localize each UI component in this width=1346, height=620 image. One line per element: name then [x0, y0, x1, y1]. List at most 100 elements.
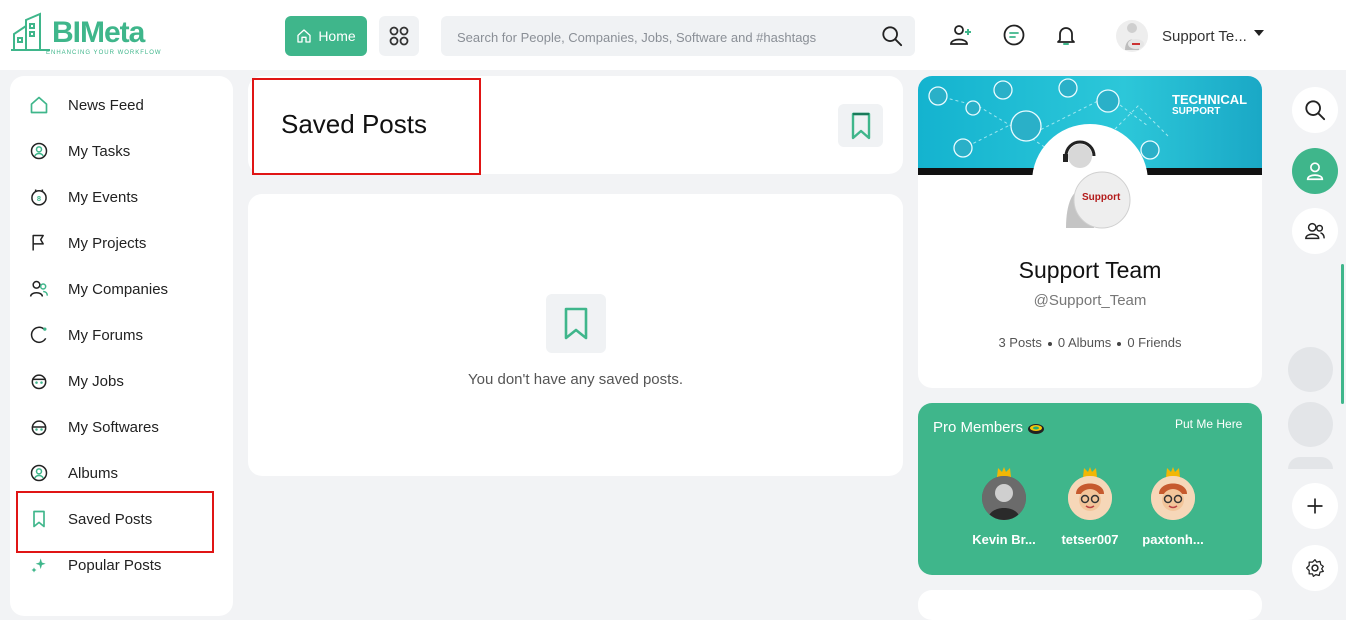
plus-icon [1307, 498, 1323, 514]
separator-dot [1117, 341, 1122, 346]
add-user-icon [950, 25, 971, 45]
sidebar-item-my-projects[interactable]: My Projects [28, 228, 146, 258]
next-widget-card [918, 590, 1262, 620]
separator-dot [1047, 341, 1052, 346]
notifications-button[interactable] [1053, 22, 1079, 48]
home-icon [28, 94, 50, 116]
software-icon [28, 416, 50, 438]
companies-icon [28, 278, 50, 300]
messages-button[interactable] [1001, 22, 1027, 48]
home-icon [297, 29, 311, 43]
sidebar-item-my-softwares[interactable]: My Softwares [28, 412, 159, 442]
sidebar-item-news-feed[interactable]: News Feed [28, 90, 144, 120]
sidebar-item-label: My Forums [68, 326, 143, 344]
avatar-label: Support [1082, 192, 1121, 203]
sidebar-item-my-forums[interactable]: My Forums [28, 320, 143, 350]
forum-icon [28, 324, 50, 346]
profile-avatar[interactable]: Support [1036, 128, 1144, 236]
profile-stats: 3 Posts 0 Albums 0 Friends [918, 335, 1262, 350]
put-me-here-link[interactable]: Put Me Here [1175, 417, 1242, 431]
rail-scroll-indicator[interactable] [1341, 264, 1344, 404]
svg-text:8: 8 [37, 194, 41, 203]
cover-heading: TECHNICAL SUPPORT [1172, 92, 1248, 118]
sidebar-item-my-jobs[interactable]: My Jobs [28, 366, 124, 396]
user-avatar[interactable] [1116, 20, 1148, 52]
search-bar [441, 16, 915, 58]
rail-add-button[interactable] [1292, 483, 1338, 529]
search-icon[interactable] [881, 25, 903, 47]
cover-subtitle: SUPPORT [1172, 106, 1221, 117]
search-input[interactable] [455, 16, 869, 58]
pro-members-title-text: Pro Members [933, 419, 1024, 436]
bookmark-icon [851, 112, 870, 139]
cartoon-avatar-icon [1151, 476, 1195, 520]
sidebar-item-label: News Feed [68, 96, 144, 114]
contact-placeholder [1288, 347, 1333, 392]
gear-icon [1306, 559, 1324, 577]
pro-members-title: Pro Members [933, 419, 1045, 436]
home-button[interactable]: Home [285, 16, 367, 56]
apps-menu-button[interactable] [379, 16, 419, 56]
bookmark-icon [564, 307, 588, 339]
sidebar-item-albums[interactable]: Albums [28, 458, 118, 488]
sidebar-item-label: My Softwares [68, 418, 159, 436]
sparkle-icon [28, 554, 50, 576]
jobs-icon [28, 370, 50, 392]
empty-state-icon-box [546, 294, 606, 353]
user-name[interactable]: Support Te... [1162, 28, 1247, 45]
member-avatar [982, 476, 1026, 520]
album-icon [28, 462, 50, 484]
brand-tagline: ENHANCING YOUR WORKFLOW [46, 50, 162, 56]
cover-title: TECHNICAL [1172, 92, 1248, 107]
sidebar-item-label: My Tasks [68, 142, 131, 160]
cartoon-avatar-icon [1068, 476, 1112, 520]
pro-badge-icon [1028, 424, 1045, 435]
sidebar-item-label: My Projects [68, 234, 147, 252]
member-name: paxtonh... [1142, 532, 1204, 547]
apps-grid-icon [389, 26, 409, 46]
highlight-box-sidebar [16, 491, 214, 553]
flag-icon [28, 232, 50, 254]
albums-count[interactable]: 0 Albums [1058, 335, 1111, 350]
users-icon [1305, 222, 1325, 240]
search-icon [1305, 100, 1326, 121]
friends-count[interactable]: 0 Friends [1127, 335, 1181, 350]
profile-handle: @Support_Team [1033, 292, 1147, 309]
user-icon [1306, 162, 1324, 181]
support-figure-icon [1063, 140, 1131, 229]
member-avatar [1151, 476, 1195, 520]
chat-icon [1003, 24, 1025, 46]
sidebar-item-my-tasks[interactable]: My Tasks [28, 136, 130, 166]
rail-search-button[interactable] [1292, 87, 1338, 133]
sidebar-item-label: My Companies [68, 280, 169, 298]
highlight-box-title [252, 78, 481, 175]
sidebar-item-label: My Jobs [68, 372, 124, 390]
sidebar-item-label: Popular Posts [68, 556, 162, 574]
member-photo-icon [982, 476, 1026, 520]
sidebar-item-label: My Events [68, 188, 139, 206]
add-friend-button[interactable] [948, 22, 974, 48]
logo-building-icon [11, 12, 50, 51]
brand-name: BIMeta [52, 16, 145, 49]
rail-settings-button[interactable] [1292, 545, 1338, 591]
member-name: Kevin Br... [972, 532, 1036, 547]
bell-icon [1057, 27, 1075, 45]
sidebar-item-my-companies[interactable]: My Companies [28, 274, 168, 304]
caret-down-icon[interactable] [1253, 28, 1265, 38]
saved-posts-bookmark-button[interactable] [838, 104, 883, 147]
home-button-label: Home [318, 28, 356, 44]
member-name: tetser007 [1061, 532, 1119, 547]
sidebar-item-label: Albums [68, 464, 119, 482]
tasks-icon [28, 140, 50, 162]
rail-profile-button[interactable] [1292, 148, 1338, 194]
empty-state-message: You don't have any saved posts. [468, 371, 683, 388]
support-figure-icon [1125, 23, 1144, 50]
rail-friends-button[interactable] [1292, 208, 1338, 254]
sidebar-item-my-events[interactable]: 8 My Events [28, 182, 138, 212]
posts-count[interactable]: 3 Posts [998, 335, 1041, 350]
contact-placeholder [1288, 457, 1333, 469]
calendar-icon: 8 [28, 186, 50, 208]
profile-name[interactable]: Support Team [918, 257, 1262, 284]
contact-placeholder [1288, 402, 1333, 447]
sidebar-item-popular-posts[interactable]: Popular Posts [28, 550, 161, 580]
